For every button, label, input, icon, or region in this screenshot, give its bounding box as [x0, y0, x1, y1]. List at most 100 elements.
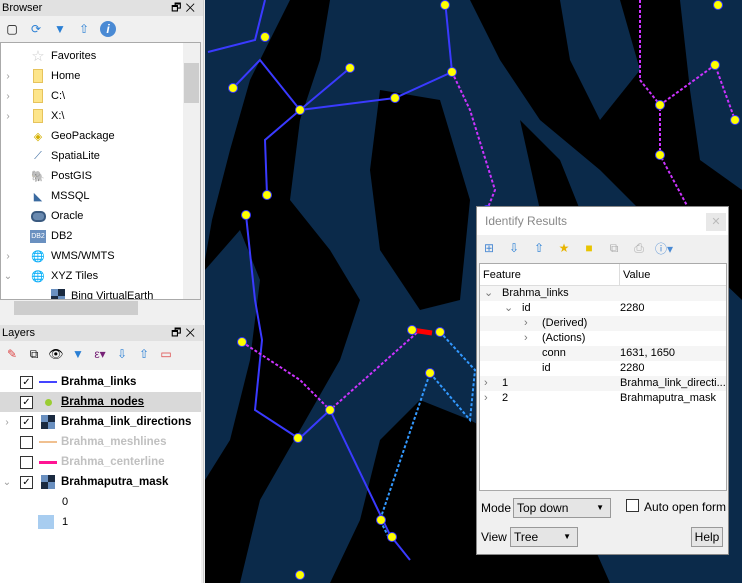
browser-item-spatialite[interactable]: ⟋ SpatiaLite [1, 146, 200, 166]
node-marker[interactable] [262, 190, 272, 200]
node-marker[interactable] [407, 325, 417, 335]
browser-item-xyz-tiles[interactable]: ⌄ 🌐 XYZ Tiles [1, 266, 200, 286]
node-marker[interactable] [295, 570, 305, 580]
print-icon[interactable]: ⎙ [631, 240, 647, 256]
layer-item[interactable]: › ✓ Brahma_link_directions [0, 412, 201, 432]
layer-visibility-checkbox[interactable]: ✓ [20, 375, 33, 389]
clear-highlights-icon[interactable]: ■ [581, 240, 597, 256]
expand-arrow-icon[interactable]: ⌄ [0, 477, 14, 488]
layer-item[interactable]: ⌄ ✓ Brahmaputra_mask [0, 472, 201, 492]
style-icon[interactable]: ✎ [4, 346, 20, 362]
visibility-icon[interactable]: 👁 [48, 346, 64, 362]
node-marker[interactable] [241, 210, 251, 220]
browser-item-db2[interactable]: DB2 DB2 [1, 226, 200, 246]
layer-visibility-checkbox[interactable] [20, 435, 33, 449]
expression-icon[interactable]: ε▾ [92, 346, 108, 362]
node-marker[interactable] [655, 150, 665, 160]
expand-tree-icon[interactable]: ⊞ [481, 240, 497, 256]
node-marker[interactable] [390, 93, 400, 103]
layer-item[interactable]: ✓ Brahma_links [0, 372, 201, 392]
remove-layer-icon[interactable]: ▭ [158, 346, 174, 362]
node-marker[interactable] [295, 105, 305, 115]
layer-visibility-checkbox[interactable]: ✓ [20, 475, 33, 489]
node-marker[interactable] [228, 83, 238, 93]
info-icon[interactable]: i [100, 21, 116, 37]
value-column-header[interactable]: Value [620, 264, 650, 285]
browser-item-geopackage[interactable]: ◈ GeoPackage [1, 126, 200, 146]
feature-column-header[interactable]: Feature [480, 264, 620, 285]
expand-arrow-icon[interactable]: › [484, 391, 502, 406]
node-marker[interactable] [710, 60, 720, 70]
node-marker[interactable] [435, 327, 445, 337]
add-selected-icon[interactable]: ▢ [4, 21, 20, 37]
filter-icon[interactable]: ▼ [70, 346, 86, 362]
node-marker[interactable] [325, 405, 335, 415]
browser-item-mssql[interactable]: ◣ MSSQL [1, 186, 200, 206]
browser-item-home[interactable]: › Home [1, 66, 200, 86]
expand-all-icon[interactable]: ⇩ [114, 346, 130, 362]
expand-arrow-icon[interactable]: › [1, 251, 15, 262]
browser-item-postgis[interactable]: 🐘 PostGIS [1, 166, 200, 186]
expand-arrow-icon[interactable]: ⌄ [504, 301, 522, 316]
layer-visibility-checkbox[interactable] [20, 455, 33, 469]
refresh-icon[interactable]: ⟳ [28, 21, 44, 37]
identify-row[interactable]: › 1 Brahma_link_directi... [480, 376, 726, 391]
identify-row[interactable]: › 2 Brahmaputra_mask [480, 391, 726, 406]
layer-item[interactable]: ✓ Brahma_nodes [0, 392, 201, 412]
expand-arrow-icon[interactable]: › [1, 111, 15, 122]
browser-item-favorites[interactable]: ☆ Favorites [1, 46, 200, 66]
identify-row[interactable]: › (Actions) [480, 331, 726, 346]
expand-arrow-icon[interactable]: ⌄ [1, 271, 15, 282]
close-button[interactable]: ✕ [706, 213, 726, 231]
expand-new-icon[interactable]: ★ [556, 240, 572, 256]
node-marker[interactable] [376, 515, 386, 525]
identify-row[interactable]: conn 1631, 1650 [480, 346, 726, 361]
expand-arrow-icon[interactable]: › [1, 91, 15, 102]
collapse-icon[interactable]: ⇧ [76, 21, 92, 37]
collapse-all-icon[interactable]: ⇧ [531, 240, 547, 256]
expand-all-icon[interactable]: ⇩ [506, 240, 522, 256]
copy-icon[interactable]: ⧉ [606, 240, 622, 256]
identify-row[interactable]: ⌄ Brahma_links [480, 286, 726, 301]
layer-item[interactable]: Brahma_meshlines [0, 432, 201, 452]
node-marker[interactable] [440, 0, 450, 10]
filter-icon[interactable]: ▼ [52, 21, 68, 37]
browser-item-bing-virtualearth[interactable]: Bing VirtualEarth [1, 286, 200, 299]
node-marker[interactable] [260, 32, 270, 42]
browser-item-x-[interactable]: › X:\ [1, 106, 200, 126]
node-marker[interactable] [730, 115, 740, 125]
layer-item[interactable]: Brahma_centerline [0, 452, 201, 472]
browser-item-c-[interactable]: › C:\ [1, 86, 200, 106]
panel-controls[interactable]: 🗗✕ [171, 325, 199, 341]
expand-arrow-icon[interactable]: ⌄ [484, 286, 502, 301]
view-select[interactable]: Tree [510, 527, 578, 547]
layer-visibility-checkbox[interactable]: ✓ [20, 415, 33, 429]
identify-select-icon[interactable]: ⓘ▾ [655, 240, 673, 256]
mode-select[interactable]: Top down [513, 498, 611, 518]
expand-arrow-icon[interactable]: › [0, 417, 14, 428]
add-group-icon[interactable]: ⧉ [26, 346, 42, 362]
layer-visibility-checkbox[interactable]: ✓ [20, 395, 33, 409]
node-marker[interactable] [387, 532, 397, 542]
node-marker[interactable] [293, 433, 303, 443]
node-marker[interactable] [655, 100, 665, 110]
expand-arrow-icon[interactable]: › [484, 376, 502, 391]
node-marker[interactable] [237, 337, 247, 347]
auto-open-form-checkbox[interactable] [626, 499, 639, 512]
identify-row[interactable]: id 2280 [480, 361, 726, 376]
browser-hscrollbar[interactable] [0, 300, 200, 317]
node-marker[interactable] [713, 0, 723, 10]
browser-item-wms-wmts[interactable]: › 🌐 WMS/WMTS [1, 246, 200, 266]
panel-controls[interactable]: 🗗✕ [171, 0, 199, 16]
help-button[interactable]: Help [691, 527, 723, 547]
expand-arrow-icon[interactable]: › [524, 316, 542, 331]
browser-item-oracle[interactable]: Oracle [1, 206, 200, 226]
identify-row[interactable]: › (Derived) [480, 316, 726, 331]
node-marker[interactable] [425, 368, 435, 378]
identify-row[interactable]: ⌄ id 2280 [480, 301, 726, 316]
node-marker[interactable] [345, 63, 355, 73]
collapse-all-icon[interactable]: ⇧ [136, 346, 152, 362]
expand-arrow-icon[interactable]: › [524, 331, 542, 346]
node-marker[interactable] [447, 67, 457, 77]
expand-arrow-icon[interactable]: › [1, 71, 15, 82]
